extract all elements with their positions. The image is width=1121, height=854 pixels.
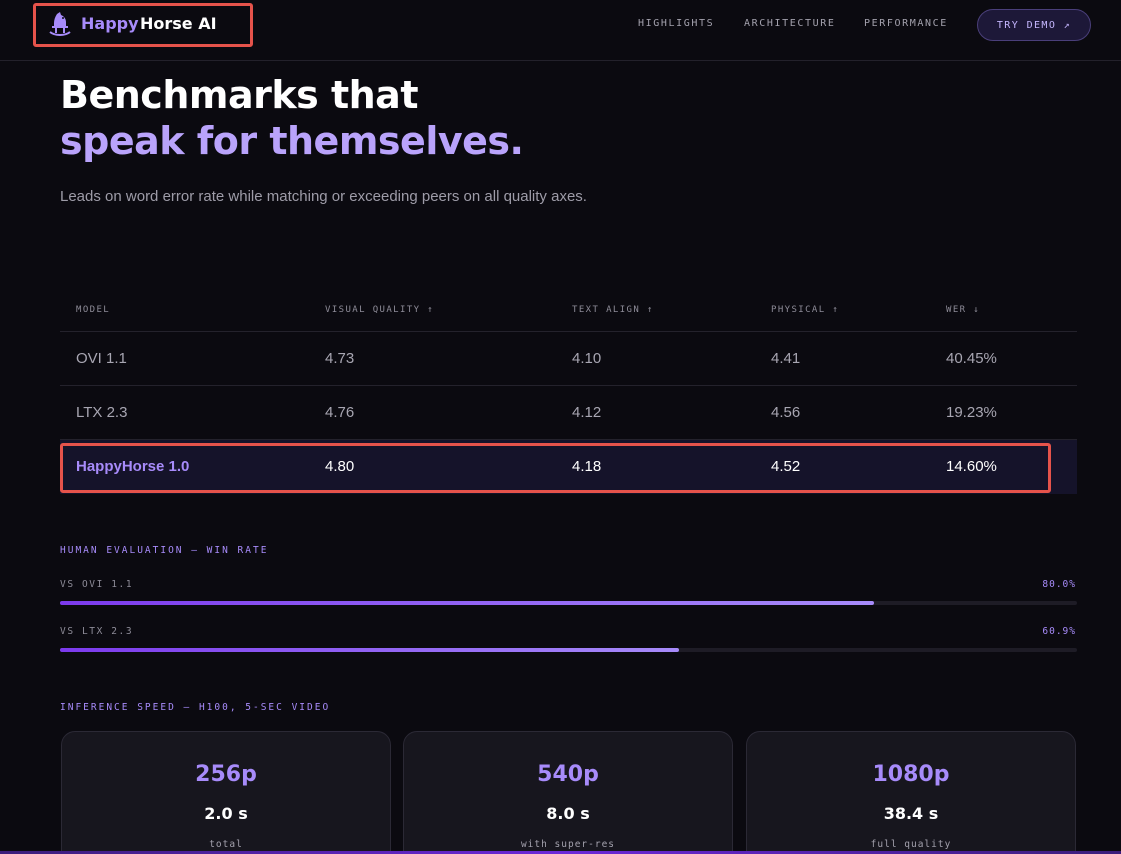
- cell-visual-quality: 4.80: [325, 458, 355, 475]
- card-note: total: [209, 839, 243, 850]
- table-row: OVI 1.1 4.73 4.10 4.41 40.45%: [60, 332, 1077, 386]
- speed-card-1080p: 1080p 38.4 s full quality: [746, 731, 1076, 854]
- column-header-wer: WER ↓: [946, 305, 981, 315]
- cell-text-align: 4.18: [572, 458, 602, 475]
- win-rate-bar-fill: [60, 601, 874, 605]
- win-rate-bar-fill: [60, 648, 680, 652]
- logo-text-happy[interactable]: Happy: [81, 14, 139, 33]
- human-eval-heading: HUMAN EVALUATION — WIN RATE: [60, 545, 269, 556]
- card-note: with super-res: [520, 839, 616, 850]
- top-nav: Happy Horse AI HIGHLIGHTS ARCHITECTURE P…: [0, 0, 1121, 61]
- win-rate-bar-vs-ovi: [60, 601, 1077, 605]
- cell-text-align: 4.10: [572, 350, 602, 367]
- table-row: LTX 2.3 4.76 4.12 4.56 19.23%: [60, 386, 1077, 440]
- page-subtitle: Leads on word error rate while matching …: [60, 188, 587, 205]
- cell-visual-quality: 4.73: [325, 350, 355, 367]
- column-header-physical: PHYSICAL ↑: [771, 305, 840, 315]
- benchmark-table: MODEL VISUAL QUALITY ↑ TEXT ALIGN ↑ PHYS…: [60, 290, 1077, 494]
- speed-card-540p: 540p 8.0 s with super-res: [403, 731, 733, 854]
- nav-highlights[interactable]: HIGHLIGHTS: [638, 18, 714, 29]
- nav-architecture[interactable]: ARCHITECTURE: [744, 18, 835, 29]
- cell-wer: 40.45%: [946, 350, 997, 367]
- speed-card-256p: 256p 2.0 s total: [61, 731, 391, 854]
- cell-text-align: 4.12: [572, 404, 602, 421]
- page-title-line2: speak for themselves.: [60, 119, 524, 163]
- bar-value-vs-ltx: 60.9%: [1042, 626, 1076, 637]
- bar-value-vs-ovi: 80.0%: [1042, 579, 1076, 590]
- cell-model: LTX 2.3: [76, 404, 128, 421]
- cell-wer: 19.23%: [946, 404, 997, 421]
- page-title-line1: Benchmarks that: [60, 73, 419, 117]
- bar-label-vs-ltx: VS LTX 2.3: [60, 626, 134, 637]
- try-demo-button[interactable]: TRY DEMO ↗: [977, 9, 1091, 41]
- cell-physical: 4.56: [771, 404, 801, 421]
- cell-wer: 14.60%: [946, 458, 997, 475]
- cell-visual-quality: 4.76: [325, 404, 355, 421]
- nav-performance[interactable]: PERFORMANCE: [864, 18, 948, 29]
- card-resolution: 540p: [537, 762, 599, 787]
- cell-model: HappyHorse 1.0: [76, 458, 190, 475]
- table-row-highlighted: HappyHorse 1.0 4.80 4.18 4.52 14.60%: [60, 440, 1077, 494]
- rocking-horse-icon: [49, 12, 71, 36]
- bar-label-vs-ovi: VS OVI 1.1: [60, 579, 134, 590]
- column-header-visual-quality: VISUAL QUALITY ↑: [325, 305, 435, 315]
- card-resolution: 1080p: [872, 762, 950, 787]
- row-highlight-outline: [60, 443, 1051, 493]
- cell-model: OVI 1.1: [76, 350, 127, 367]
- win-rate-bar-vs-ltx: [60, 648, 1077, 652]
- card-time: 8.0 s: [546, 804, 590, 823]
- column-header-model: MODEL: [76, 305, 111, 315]
- column-header-text-align: TEXT ALIGN ↑: [572, 305, 654, 315]
- cell-physical: 4.52: [771, 458, 801, 475]
- cell-physical: 4.41: [771, 350, 801, 367]
- table-header-row: MODEL VISUAL QUALITY ↑ TEXT ALIGN ↑ PHYS…: [60, 290, 1077, 332]
- card-resolution: 256p: [195, 762, 257, 787]
- inference-speed-heading: INFERENCE SPEED — H100, 5-SEC VIDEO: [60, 702, 331, 713]
- logo-text-horse[interactable]: Horse AI: [140, 14, 217, 33]
- page: Happy Horse AI HIGHLIGHTS ARCHITECTURE P…: [0, 0, 1121, 854]
- card-note: full quality: [870, 839, 952, 850]
- card-time: 38.4 s: [883, 804, 939, 823]
- card-time: 2.0 s: [204, 804, 248, 823]
